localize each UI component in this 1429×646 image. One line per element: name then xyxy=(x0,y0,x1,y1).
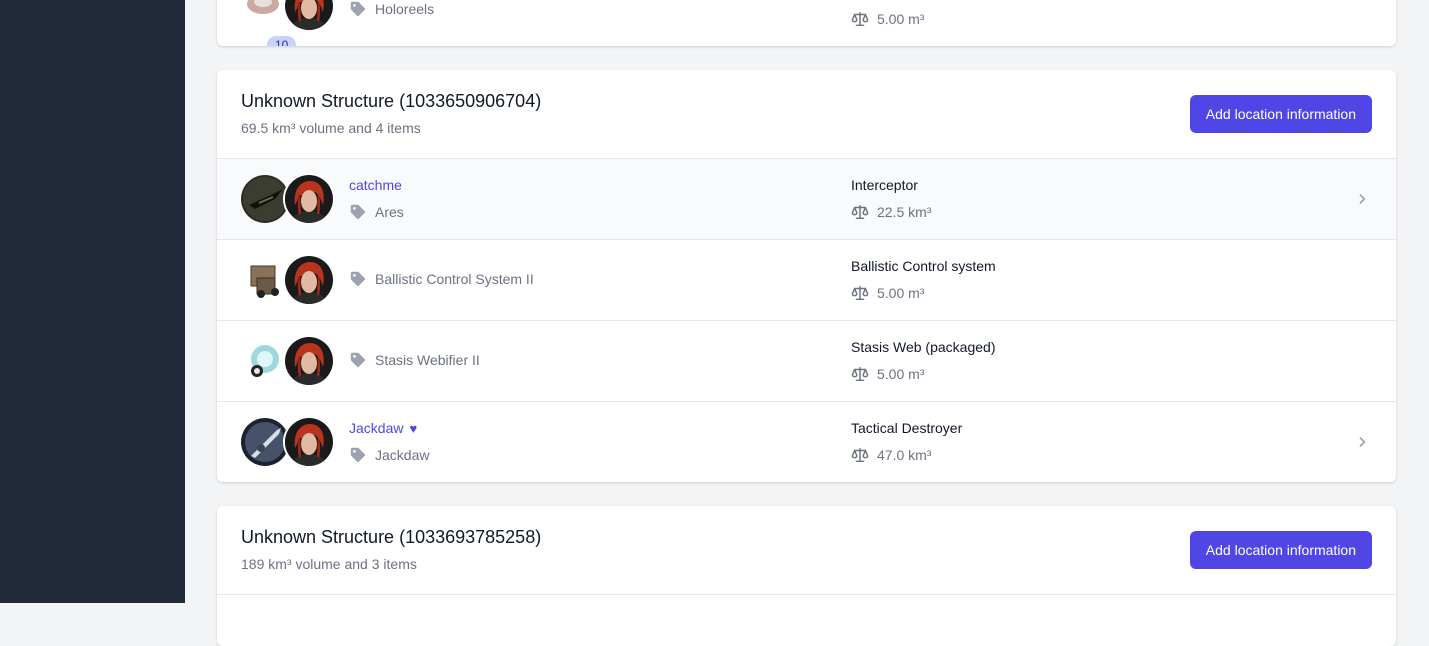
character-avatar xyxy=(285,0,333,30)
ship-avatar xyxy=(241,175,289,223)
tag-icon xyxy=(349,270,367,288)
list-item: Stasis Webifier II Stasis Web (packaged)… xyxy=(217,321,1396,402)
character-avatar xyxy=(285,418,333,466)
chevron-right-icon[interactable] xyxy=(1354,434,1370,450)
location-card-previous: 10 Holoreels 5.00 m³ xyxy=(217,0,1396,46)
item-volume: 5.00 m³ xyxy=(851,284,924,302)
character-avatar xyxy=(285,256,333,304)
item-group: Tactical Destroyer xyxy=(851,420,963,436)
add-location-info-button[interactable]: Add location information xyxy=(1189,95,1372,133)
location-summary: 189 km³ volume and 3 items xyxy=(241,556,417,572)
location-card: Unknown Structure (1033693785258) 189 km… xyxy=(217,506,1396,646)
tag-icon xyxy=(349,446,367,464)
avatar-group xyxy=(241,175,333,223)
avatar-group xyxy=(241,256,333,304)
scale-icon xyxy=(851,365,869,383)
list-item: Ballistic Control System II Ballistic Co… xyxy=(217,240,1396,321)
item-type: Stasis Webifier II xyxy=(349,351,480,369)
module-avatar xyxy=(241,256,289,304)
scale-icon xyxy=(851,203,869,221)
volume-label: 22.5 km³ xyxy=(877,204,932,220)
item-type-label: Ballistic Control System II xyxy=(375,271,534,287)
item-type-label: Jackdaw xyxy=(375,447,430,463)
chevron-right-icon[interactable] xyxy=(1354,191,1370,207)
ship-avatar xyxy=(241,418,289,466)
list-item[interactable]: Jackdaw ♥ Jackdaw Tactical Destroyer 47.0… xyxy=(217,402,1396,482)
character-avatar xyxy=(285,337,333,385)
item-volume: 5.00 m³ xyxy=(851,365,924,383)
location-card-header: Unknown Structure (1033650906704) 69.5 k… xyxy=(217,70,1396,159)
item-type-label: Stasis Webifier II xyxy=(375,352,480,368)
tag-icon xyxy=(349,351,367,369)
scale-icon xyxy=(851,446,869,464)
sidebar xyxy=(0,0,185,603)
item-type: Jackdaw xyxy=(349,446,429,464)
location-card-header: Unknown Structure (1033693785258) 189 km… xyxy=(217,506,1396,595)
avatar-group xyxy=(241,337,333,385)
scale-icon xyxy=(851,284,869,302)
heart-icon: ♥ xyxy=(409,421,418,436)
location-title: Unknown Structure (1033650906704) xyxy=(241,91,542,111)
volume-label: 5.00 m³ xyxy=(877,11,925,27)
item-type: Ballistic Control System II xyxy=(349,270,534,288)
volume-label: 5.00 m³ xyxy=(877,366,925,382)
add-location-info-button[interactable]: Add location information xyxy=(1189,531,1372,569)
item-group: Interceptor xyxy=(851,177,918,193)
item-type: Holoreels xyxy=(349,0,434,18)
item-volume: 5.00 m³ xyxy=(851,10,924,28)
item-volume: 47.0 km³ xyxy=(851,446,931,464)
item-name-label: Jackdaw xyxy=(349,420,404,436)
item-volume: 22.5 km³ xyxy=(851,203,931,221)
item-group: Ballistic Control system xyxy=(851,258,996,274)
avatar-group: 10 xyxy=(241,0,333,46)
item-avatar xyxy=(241,0,289,30)
tag-icon xyxy=(349,203,367,221)
item-name-link[interactable]: Jackdaw ♥ xyxy=(349,420,417,436)
item-type-label: Ares xyxy=(375,204,404,220)
item-type: Ares xyxy=(349,203,404,221)
scale-icon xyxy=(851,10,869,28)
tag-icon xyxy=(349,0,367,18)
item-name-link[interactable]: catchme xyxy=(349,177,402,193)
quantity-badge: 10 xyxy=(267,36,297,46)
item-type-label: Holoreels xyxy=(375,1,435,17)
avatar-group xyxy=(241,418,333,466)
volume-label: 47.0 km³ xyxy=(877,447,932,463)
location-card: Unknown Structure (1033650906704) 69.5 k… xyxy=(217,70,1396,482)
location-title: Unknown Structure (1033693785258) xyxy=(241,527,542,547)
list-item[interactable]: 10 Holoreels 5.00 m³ xyxy=(217,0,1396,46)
item-group: Stasis Web (packaged) xyxy=(851,339,996,355)
list-item[interactable]: catchme Ares Interceptor 22.5 km³ xyxy=(217,159,1396,240)
volume-label: 5.00 m³ xyxy=(877,285,925,301)
module-avatar xyxy=(241,337,289,385)
location-summary: 69.5 km³ volume and 4 items xyxy=(241,120,421,136)
character-avatar xyxy=(285,175,333,223)
